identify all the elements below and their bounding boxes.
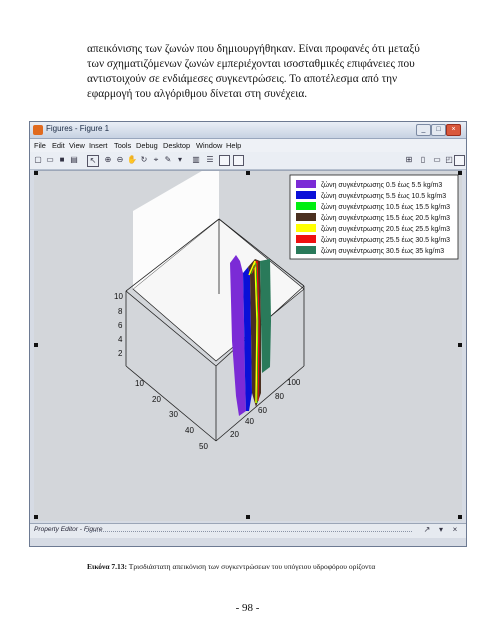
legend-swatch-6 (296, 246, 316, 254)
minimize-icon[interactable]: _ (416, 124, 431, 136)
figure-toolbar: ▢ ▭ ■ ▤ ↖ ⊕ ⊖ ✋ ↻ ⌖ ✎ ▾ ▥ ☰ ⊞ ▯ ▭ ◰ (30, 152, 466, 170)
window-title: Figures - Figure 1 (46, 124, 110, 133)
menu-tools[interactable]: Tools (114, 141, 131, 150)
y-tick: 20 (230, 430, 239, 439)
y-tick: 100 (287, 378, 301, 387)
legend-swatch-3 (296, 213, 316, 221)
z-tick: 4 (118, 335, 123, 344)
selection-handle[interactable] (458, 171, 462, 175)
window-titlebar[interactable]: Figures - Figure 1 _ □ × (30, 122, 466, 139)
tile-columns-icon[interactable]: ▯ (418, 155, 428, 165)
legend-swatch-5 (296, 235, 316, 243)
selection-handle[interactable] (34, 343, 38, 347)
grip-dots[interactable] (86, 531, 412, 532)
matlab-figure-window: Figures - Figure 1 _ □ × File Edit View … (29, 121, 467, 547)
selection-handle[interactable] (246, 171, 250, 175)
legend-label-5: ζώνη συγκέντρωσης 25.5 έως 30.5 kg/m3 (321, 236, 450, 244)
data-cursor-icon[interactable]: ⌖ (151, 155, 161, 165)
x-tick: 30 (169, 410, 178, 419)
paragraph-line: απεικόνισης των ζωνών που δημιουργήθηκαν… (87, 43, 420, 55)
x-tick: 40 (185, 426, 194, 435)
y-tick: 80 (275, 392, 284, 401)
y-tick: 60 (258, 406, 267, 415)
paragraph-line: εφαρμογή του αλγόριθμου δίνεται στη συνέ… (87, 88, 308, 100)
legend-label-3: ζώνη συγκέντρωσης 15.5 έως 20.5 kg/m3 (321, 214, 450, 222)
save-icon[interactable]: ■ (57, 155, 67, 165)
box-edge (125, 365, 217, 442)
paragraph-line: των σχηματιζόμενων ζωνών εμπεριέχονται ι… (87, 58, 415, 70)
legend-label-4: ζώνη συγκέντρωσης 20.5 έως 25.5 kg/m3 (321, 225, 450, 233)
legend-label-2: ζώνη συγκέντρωσης 10.5 έως 15.5 kg/m3 (321, 203, 450, 211)
caption-text: Τρισδιάστατη απεικόνιση των συγκεντρώσεω… (127, 562, 376, 571)
new-figure-icon[interactable]: ▢ (33, 155, 43, 165)
legend[interactable]: ζώνη συγκέντρωσης 0.5 έως 5.5 kg/m3 ζώνη… (289, 174, 459, 260)
legend-swatch-1 (296, 191, 316, 199)
menu-bar: File Edit View Insert Tools Debug Deskto… (30, 139, 466, 152)
zoom-in-icon[interactable]: ⊕ (103, 155, 113, 165)
menu-view[interactable]: View (69, 141, 85, 150)
x-tick: 20 (152, 395, 161, 404)
zoom-out-icon[interactable]: ⊖ (115, 155, 125, 165)
legend-label-1: ζώνη συγκέντρωσης 5.5 έως 10.5 kg/m3 (321, 192, 446, 200)
legend-swatch-0 (296, 180, 316, 188)
x-tick: 50 (199, 442, 208, 451)
z-tick: 6 (118, 321, 123, 330)
paragraph-line: αντιστοιχούν σε ενδιάμεσες συγκεντρώσεις… (87, 73, 398, 85)
body-paragraph: απεικόνισης των ζωνών που δημιουργήθηκαν… (87, 42, 432, 102)
menu-window[interactable]: Window (196, 141, 222, 150)
brush-icon[interactable]: ✎ (163, 155, 173, 165)
selection-handle[interactable] (246, 515, 250, 519)
caption-label: Εικόνα 7.13: (87, 562, 128, 571)
close-panel-icon[interactable]: × (450, 525, 460, 535)
menu-desktop[interactable]: Desktop (163, 141, 190, 150)
link-icon[interactable]: ▾ (175, 155, 185, 165)
axes-3d-plot[interactable]: 10 8 6 4 2 10 20 30 40 50 100 80 60 40 2… (34, 161, 462, 521)
selection-handle[interactable] (34, 171, 38, 175)
x-tick: 10 (135, 379, 144, 388)
property-editor-bar: Property Editor - Figure ↗ ▾ × (30, 523, 466, 538)
close-icon[interactable]: × (446, 124, 461, 136)
dock-icon[interactable] (454, 155, 465, 166)
legend-swatch-4 (296, 224, 316, 232)
matlab-logo-icon (33, 125, 43, 135)
menu-debug[interactable]: Debug (136, 141, 158, 150)
open-file-icon[interactable]: ▭ (45, 155, 55, 165)
z-tick: 10 (114, 292, 123, 301)
insert-legend-icon[interactable]: ☰ (205, 155, 215, 165)
hide-plot-tools-icon[interactable] (219, 155, 230, 166)
tile-grid-icon[interactable]: ⊞ (404, 155, 414, 165)
z-tick: 8 (118, 307, 123, 316)
selection-handle[interactable] (458, 515, 462, 519)
menu-file[interactable]: File (34, 141, 46, 150)
legend-swatch-2 (296, 202, 316, 210)
insert-colorbar-icon[interactable]: ▥ (191, 155, 201, 165)
show-plot-tools-icon[interactable] (233, 155, 244, 166)
z-tick: 2 (118, 349, 123, 358)
page-number: - 98 - (235, 602, 260, 614)
rotate-3d-icon[interactable]: ↻ (139, 155, 149, 165)
undock-icon[interactable]: ↗ (422, 525, 432, 535)
figure-caption: Εικόνα 7.13: Τρισδιάστατη απεικόνιση των… (87, 562, 375, 571)
figure-canvas: 10 8 6 4 2 10 20 30 40 50 100 80 60 40 2… (34, 161, 462, 521)
legend-label-0: ζώνη συγκέντρωσης 0.5 έως 5.5 kg/m3 (321, 181, 442, 189)
minimize-panel-icon[interactable]: ▾ (436, 525, 446, 535)
selection-handle[interactable] (458, 343, 462, 347)
print-icon[interactable]: ▤ (69, 155, 79, 165)
pan-hand-icon[interactable]: ✋ (127, 155, 137, 165)
maximize-icon[interactable]: □ (431, 124, 446, 136)
edit-plot-arrow-icon[interactable]: ↖ (87, 155, 99, 167)
surface-zone-6 (260, 259, 271, 373)
menu-insert[interactable]: Insert (89, 141, 107, 150)
legend-label-6: ζώνη συγκέντρωσης 30.5 έως 35 kg/m3 (321, 247, 444, 255)
float-icon[interactable]: ◰ (444, 155, 454, 165)
menu-edit[interactable]: Edit (52, 141, 65, 150)
y-tick: 40 (245, 417, 254, 426)
menu-help[interactable]: Help (226, 141, 241, 150)
tile-rows-icon[interactable]: ▭ (432, 155, 442, 165)
selection-handle[interactable] (34, 515, 38, 519)
